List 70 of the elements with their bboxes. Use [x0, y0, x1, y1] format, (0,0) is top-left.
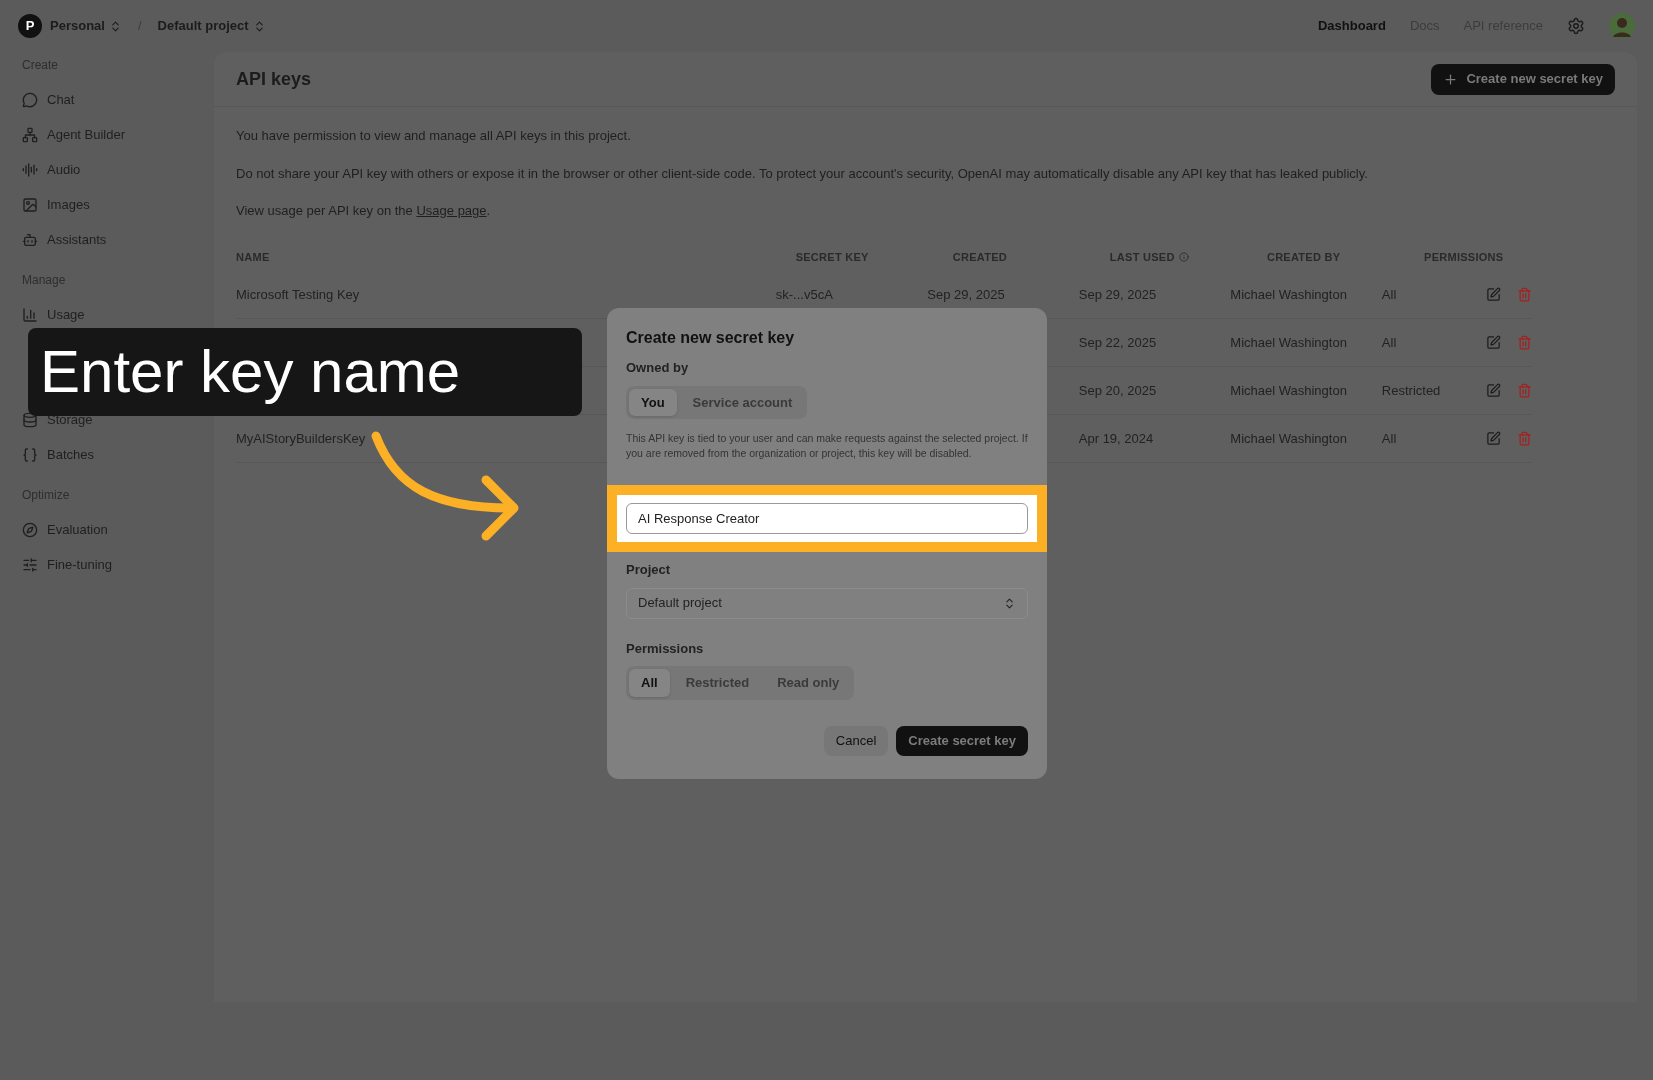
sidebar-item[interactable]: Batches [22, 437, 192, 472]
help-text: This API key is tied to your user and can make requests against the selected project. If you are removed from the organization or project, this key will be disabled. [626, 431, 1028, 461]
chevrons-icon [1003, 596, 1016, 610]
robot-icon [22, 231, 38, 248]
table-cell: Sep 29, 2025 [927, 287, 1005, 302]
segment-option[interactable]: You [629, 388, 677, 416]
table-cell: All [1381, 287, 1397, 302]
segment-option[interactable]: Restricted [673, 669, 762, 697]
sidebar-item[interactable]: Assistants [22, 222, 192, 257]
usage-link[interactable]: Usage page [416, 203, 487, 218]
table-cell: Michael Washington [1230, 287, 1347, 302]
edit-icon[interactable] [1486, 334, 1501, 350]
segment-option[interactable]: Service account [680, 388, 805, 416]
project-switcher[interactable]: Default project [157, 16, 266, 36]
table-cell: sk-...v5cA [775, 287, 833, 302]
sidebar-item[interactable]: Images [22, 187, 192, 222]
plus-icon [1443, 71, 1459, 87]
info-icon [1178, 251, 1189, 262]
org-avatar[interactable]: P [18, 14, 42, 38]
edit-icon[interactable] [1486, 382, 1501, 398]
network-icon [22, 126, 38, 143]
bar-chart-icon [22, 306, 38, 323]
project-select[interactable]: Default project [626, 587, 1028, 619]
info-text: You have permission to view and manage all API keys in this project. [236, 127, 632, 145]
callout-text: Enter key name [40, 342, 461, 402]
sidebar-item[interactable]: Fine-tuning [22, 547, 192, 582]
field-label: Owned by [626, 359, 690, 377]
info-text: View usage per API key on the Usage page. [236, 202, 492, 220]
sliders-icon [22, 556, 38, 573]
field-label: Permissions [626, 639, 705, 658]
table-cell: Michael Washington [1230, 383, 1347, 398]
info-text: Do not share your API key with others or expose it in the browser or other client-side code. To protect your account's security, OpenAI may automatically disable any API key that has leaked publicly. [236, 164, 1369, 183]
cancel-button[interactable]: Cancel [823, 725, 889, 756]
nav-link[interactable]: Dashboard [1317, 16, 1386, 36]
table-cell: MyAIStoryBuildersKey [236, 431, 366, 446]
breadcrumb-separator: / [137, 17, 142, 36]
table-cell: Microsoft Testing Key [236, 287, 360, 302]
sidebar-item[interactable]: Audio [22, 152, 192, 187]
sidebar-item[interactable]: Evaluation [22, 512, 192, 547]
create-key-button[interactable]: Create new secret key [1431, 63, 1615, 95]
org-switcher[interactable]: Personal [50, 16, 122, 36]
segment-option[interactable]: All [629, 669, 670, 697]
field-label: Project [626, 561, 672, 579]
segment-option[interactable]: Read only [765, 669, 852, 697]
image-icon [22, 196, 38, 213]
table-cell: Sep 29, 2025 [1078, 287, 1157, 302]
name-input-field[interactable]: AI Response Creator [626, 503, 1028, 534]
braces-icon [22, 446, 38, 463]
table-cell: All [1381, 431, 1397, 446]
table-cell: Sep 20, 2025 [1078, 383, 1157, 398]
table-cell: All [1381, 335, 1397, 350]
dialog-title: Create new secret key [626, 328, 796, 348]
table-cell: Apr 19, 2024 [1078, 431, 1154, 446]
sidebar-item[interactable]: Agent Builder [22, 117, 192, 152]
chat-bubble-icon [22, 91, 38, 108]
settings-icon[interactable] [1567, 17, 1585, 35]
sidebar-item[interactable]: Usage [22, 297, 192, 332]
table-cell: Michael Washington [1230, 335, 1347, 350]
table-cell: Michael Washington [1230, 431, 1347, 446]
audio-wave-icon [22, 161, 38, 178]
edit-icon[interactable] [1486, 286, 1501, 302]
sidebar-item[interactable]: Storage [22, 402, 192, 437]
table-cell: Restricted [1381, 383, 1441, 398]
sidebar-item[interactable]: Chat [22, 82, 192, 117]
create-secret-key-button[interactable]: Create secret key [896, 725, 1028, 756]
avatar-icon[interactable] [1609, 13, 1635, 39]
table-cell: Sep 22, 2025 [1078, 335, 1157, 350]
edit-icon[interactable] [1486, 430, 1501, 446]
compass-icon [22, 521, 38, 538]
page-title: API keys [236, 67, 312, 91]
